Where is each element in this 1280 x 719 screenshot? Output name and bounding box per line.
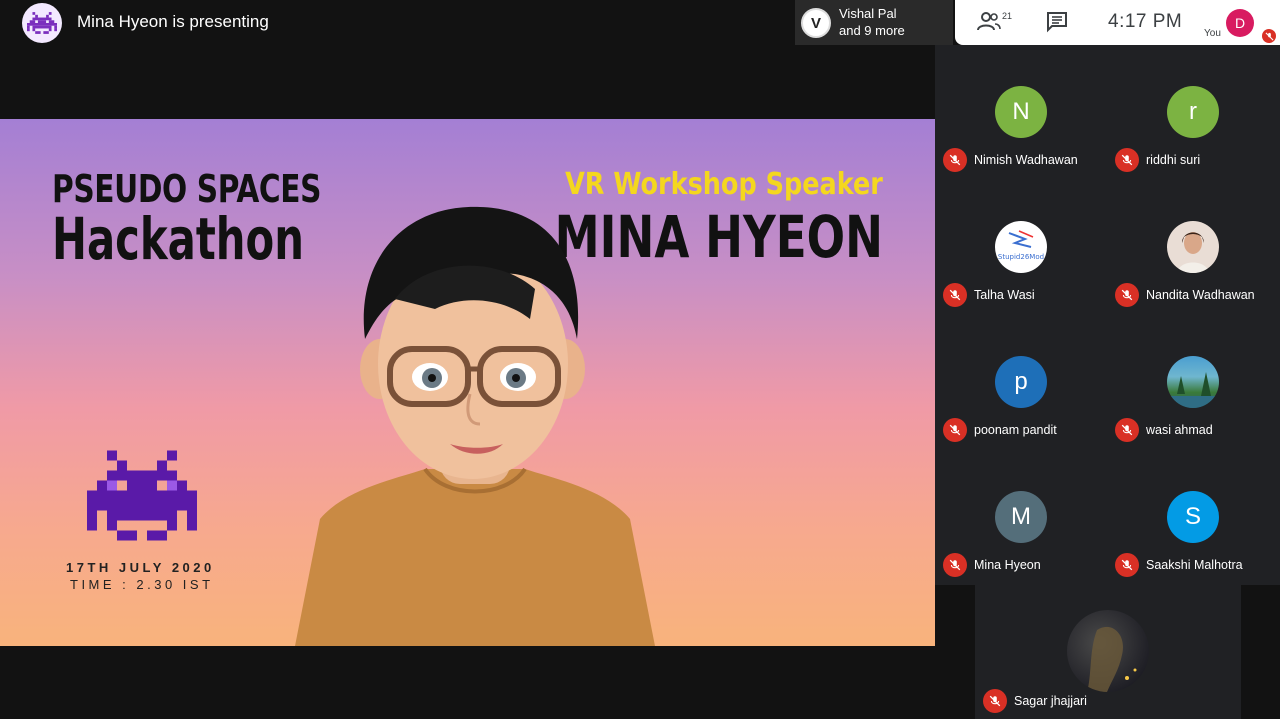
chat-button[interactable] (1046, 11, 1068, 33)
presenter-bar: Mina Hyeon is presenting (0, 0, 795, 45)
participant-name: Nimish Wadhawan (974, 153, 1078, 167)
mic-off-icon (1115, 553, 1139, 577)
participant-tile[interactable]: wasi ahmad (1107, 315, 1279, 450)
participant-tile[interactable]: N Nimish Wadhawan (935, 45, 1107, 180)
slide-time: TIME : 2.30 IST (70, 577, 214, 592)
mic-off-icon (943, 148, 967, 172)
joiner-more: and 9 more (839, 23, 905, 38)
participant-avatar: S (1167, 491, 1219, 543)
participant-name: Sagar jhajjari (1014, 694, 1087, 708)
participant-name: Mina Hyeon (974, 558, 1041, 572)
participant-tile[interactable]: Nandita Wadhawan (1107, 180, 1279, 315)
participant-avatar: Stupid26Mod (995, 221, 1047, 273)
participant-avatar: N (995, 86, 1047, 138)
participant-name: Saakshi Malhotra (1146, 558, 1243, 572)
presenter-avatar (22, 3, 62, 43)
participant-name: Talha Wasi (974, 288, 1035, 302)
participant-name: poonam pandit (974, 423, 1057, 437)
mic-off-icon (983, 689, 1007, 713)
participant-name: riddhi suri (1146, 153, 1201, 167)
participant-name: Nandita Wadhawan (1146, 288, 1255, 302)
participant-avatar: p (995, 356, 1047, 408)
vr-avatar-figure (295, 206, 655, 646)
mic-off-icon (943, 418, 967, 442)
participant-photo (1167, 356, 1219, 408)
participant-tile[interactable]: Stupid26Mod Talha Wasi (935, 180, 1107, 315)
mic-off-icon (1115, 418, 1139, 442)
participants-grid: N Nimish Wadhawan r riddhi suri Stupid26… (935, 45, 1280, 585)
participant-tile[interactable]: r riddhi suri (1107, 45, 1279, 180)
svg-text:Stupid26Mod: Stupid26Mod (998, 253, 1044, 261)
join-notification[interactable]: V Vishal Pal and 9 more (795, 0, 953, 45)
space-invader-icon (27, 12, 57, 34)
presenting-label: Mina Hyeon is presenting (77, 12, 269, 31)
self-mic-off-icon (1262, 29, 1276, 43)
participant-photo (1167, 221, 1219, 273)
participant-tile[interactable]: M Mina Hyeon (935, 450, 1107, 585)
participant-tile[interactable]: S Saakshi Malhotra (1107, 450, 1279, 585)
participant-name: wasi ahmad (1146, 423, 1213, 437)
meeting-controls: 21 4:17 PM You D (955, 0, 1280, 45)
joiner-avatar: V (801, 8, 831, 38)
self-label: You (1204, 28, 1221, 39)
participant-tile[interactable]: Sagar jhajjari (975, 585, 1241, 719)
self-avatar[interactable]: D (1226, 9, 1254, 37)
mic-off-icon (1115, 148, 1139, 172)
mic-off-icon (1115, 283, 1139, 307)
slide-role: VR Workshop Speaker (565, 167, 883, 202)
mic-off-icon (943, 553, 967, 577)
space-invader-icon (87, 450, 197, 541)
meeting-clock: 4:17 PM (1108, 11, 1183, 32)
participant-avatar: M (995, 491, 1047, 543)
slide-date: 17TH JULY 2020 (66, 560, 215, 575)
participant-photo (1067, 610, 1149, 692)
participant-tile[interactable]: p poonam pandit (935, 315, 1107, 450)
slide-title-line2: Hackathon (52, 205, 304, 273)
chat-icon (1047, 12, 1067, 33)
joiner-name: Vishal Pal (839, 6, 897, 21)
logo-image: Stupid26Mod (998, 230, 1044, 261)
participant-avatar: r (1167, 86, 1219, 138)
people-icon (977, 12, 1001, 31)
presentation-slide: PSEUDO SPACES Hackathon VR Workshop Spea… (0, 119, 935, 646)
people-count: 21 (1002, 11, 1013, 21)
mic-off-icon (943, 283, 967, 307)
